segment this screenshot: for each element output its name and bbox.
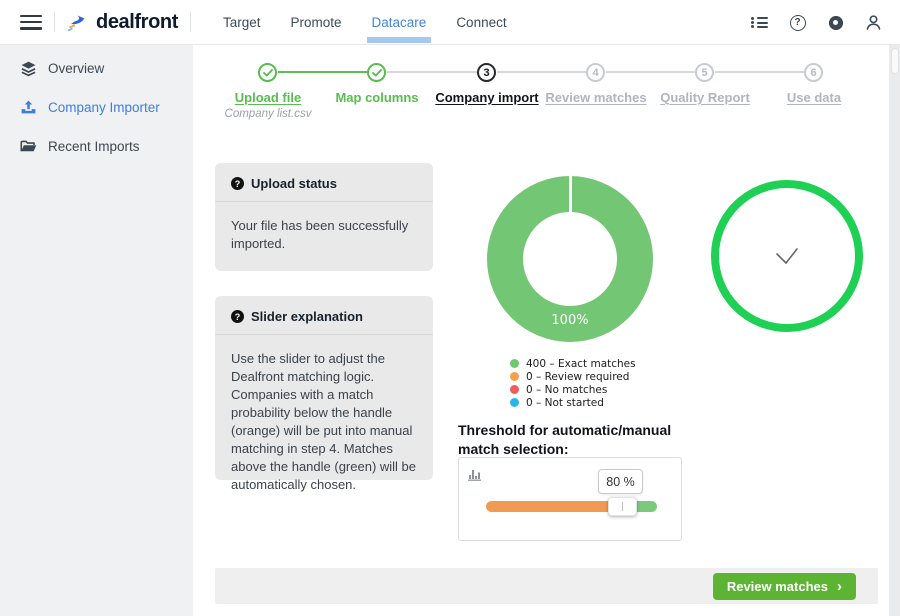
step-1-circle-check[interactable]: [258, 63, 277, 82]
slider-handle[interactable]: [608, 497, 637, 516]
top-nav-bar: dealfront Target Promote Datacare Connec…: [0, 0, 900, 45]
donut-slice-gap: [568, 176, 572, 214]
review-matches-label: Review matches: [726, 579, 828, 594]
threshold-title: Threshold for automatic/manual match sel…: [458, 422, 672, 457]
step-number: 3: [483, 66, 490, 79]
legend-dot-blue: [510, 398, 519, 408]
legend-item: 400 – Exact matches: [510, 358, 636, 370]
step-number: 4: [592, 66, 599, 79]
legend-dot-red: [510, 385, 519, 395]
step-connector: [278, 71, 367, 73]
donut-hole: [523, 212, 617, 306]
primary-nav: Target Promote Datacare Connect: [223, 15, 507, 43]
dealfront-logo[interactable]: dealfront: [67, 11, 178, 34]
slider-track-above-threshold[interactable]: [636, 501, 657, 512]
step-number: 6: [810, 66, 817, 79]
settings-gear-icon[interactable]: [827, 14, 844, 31]
brand-arrow-icon: [67, 15, 85, 31]
panel-body-text: Use the slider to adjust the Dealfront m…: [231, 351, 417, 492]
nav-tab-target[interactable]: Target: [223, 15, 261, 30]
sidebar-item-company-importer[interactable]: Company Importer: [0, 88, 193, 127]
uploaded-file-name: Company list.csv: [224, 108, 312, 120]
histogram-icon[interactable]: [467, 467, 483, 481]
nav-tab-promote[interactable]: Promote: [291, 15, 342, 30]
step-connector: [715, 71, 804, 73]
check-icon: [371, 68, 382, 76]
sidebar: Overview Company Importer Recent Imports: [0, 45, 193, 616]
app-window: dealfront Target Promote Datacare Connec…: [0, 0, 900, 616]
review-matches-button[interactable]: Review matches ›: [712, 573, 856, 600]
legend-item: 0 – Not started: [510, 397, 636, 409]
step-2-circle-check[interactable]: [367, 63, 386, 82]
check-icon: [776, 248, 798, 264]
step-connector: [606, 71, 695, 73]
layers-icon: [21, 61, 36, 77]
sidebar-item-label: Recent Imports: [48, 139, 140, 154]
legend-item: 0 – Review required: [510, 371, 636, 383]
sidebar-item-label: Company Importer: [48, 100, 160, 115]
logo-text: dealfront: [96, 10, 178, 33]
check-icon: [262, 68, 273, 76]
nav-tab-connect[interactable]: Connect: [456, 15, 506, 30]
step-number: 5: [701, 66, 708, 79]
step-connector: [387, 71, 477, 73]
user-profile-icon[interactable]: [865, 14, 882, 31]
chevron-right-icon: ›: [837, 578, 842, 595]
slider-explanation-panel: ? Slider explanation Use the slider to a…: [215, 296, 433, 492]
header-icon-group: ?: [751, 0, 882, 45]
step-connector: [497, 71, 586, 73]
folder-icon: [20, 140, 37, 152]
legend-item: 0 – No matches: [510, 384, 636, 396]
panel-header: ? Slider explanation: [215, 296, 433, 335]
sidebar-item-overview[interactable]: Overview: [0, 49, 193, 88]
step-3-circle[interactable]: 3: [477, 63, 496, 82]
slider-track-below-threshold[interactable]: [486, 501, 609, 512]
main-scrollbar[interactable]: [889, 45, 900, 616]
nav-tab-datacare[interactable]: Datacare: [366, 15, 432, 43]
step-4-circle[interactable]: 4: [586, 63, 605, 82]
hamburger-menu-icon[interactable]: [20, 14, 42, 30]
panel-header: ? Upload status: [215, 163, 433, 202]
step-6-circle[interactable]: 6: [804, 63, 823, 82]
chart-legend: 400 – Exact matches 0 – Review required …: [510, 358, 636, 410]
footer-action-bar: Review matches ›: [215, 568, 878, 604]
question-circle-icon: ?: [231, 310, 244, 323]
upload-status-panel: ? Upload status Your file has been succe…: [215, 163, 433, 271]
sidebar-item-label: Overview: [48, 61, 105, 76]
panel-title: Slider explanation: [251, 309, 363, 324]
tasks-list-icon[interactable]: [751, 14, 768, 31]
donut-percentage-label: 100%: [551, 313, 589, 328]
help-icon[interactable]: ?: [789, 14, 806, 31]
legend-dot-green: [510, 359, 519, 369]
success-check-circle: [711, 180, 863, 332]
panel-body-text: Your file has been successfully imported…: [231, 218, 409, 251]
threshold-slider-panel: 80 %: [458, 457, 682, 541]
header-divider: [189, 12, 191, 32]
match-results-donut-chart: 100%: [487, 176, 653, 342]
legend-dot-orange: [510, 372, 519, 382]
step-5-circle[interactable]: 5: [695, 63, 714, 82]
question-circle-icon: ?: [231, 177, 244, 190]
scrollbar-thumb[interactable]: [890, 48, 899, 74]
panel-title: Upload status: [251, 176, 337, 191]
slider-handle-grip: [621, 502, 624, 511]
upload-icon: [21, 100, 36, 114]
threshold-value-box[interactable]: 80 %: [598, 469, 643, 494]
sidebar-item-recent-imports[interactable]: Recent Imports: [0, 127, 193, 166]
header-divider: [54, 12, 55, 32]
step-label-use-data[interactable]: Use data: [749, 90, 879, 105]
